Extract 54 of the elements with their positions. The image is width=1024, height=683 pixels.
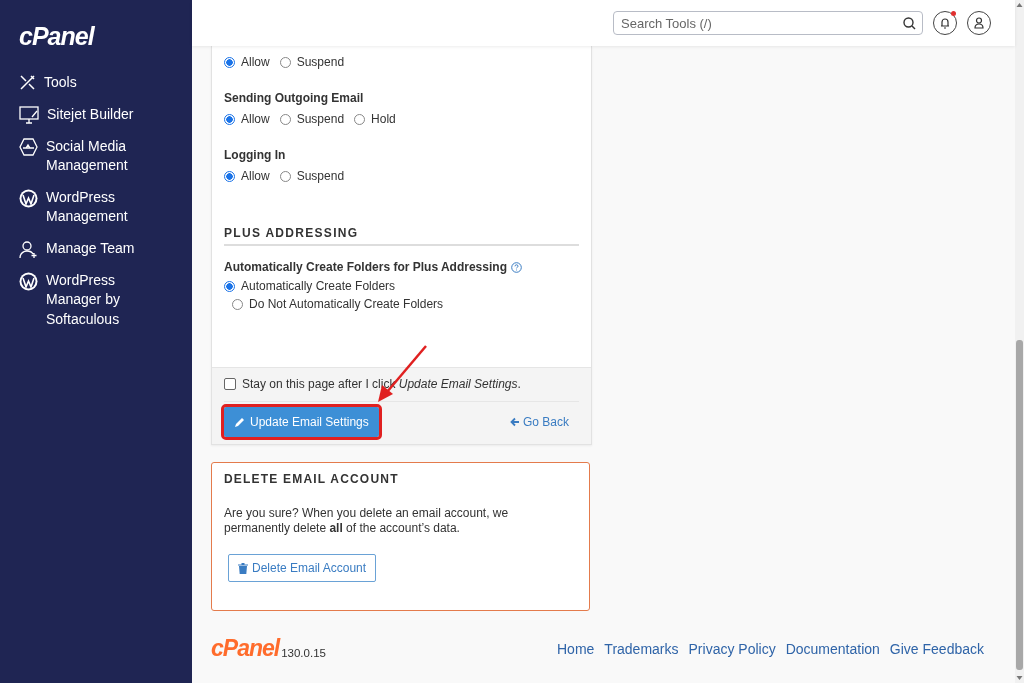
option-label: Suspend <box>296 111 345 127</box>
tools-icon <box>19 74 36 91</box>
notification-button[interactable] <box>933 11 957 35</box>
sidebar-item[interactable]: Sitejet Builder <box>19 104 169 125</box>
trash-icon <box>238 562 248 574</box>
footer-link[interactable]: Trademarks <box>604 641 679 657</box>
option-label: Automatically Create Folders <box>241 278 396 294</box>
sidebar-item[interactable]: WordPress Management <box>19 187 169 227</box>
sidebar-item[interactable]: Tools <box>19 73 169 93</box>
group-label: Logging In <box>224 148 287 162</box>
section-heading: PLUS ADDRESSING <box>224 226 579 246</box>
sidebar-item[interactable]: Manage Team <box>19 238 169 259</box>
team-icon <box>19 239 38 259</box>
option-label: Do Not Automatically Create Folders <box>249 296 444 312</box>
warning-text: Are you sure? When you delete an email account, we permanently delete all of the account’s data. <box>224 506 510 536</box>
wordpress-icon <box>19 271 38 291</box>
sidebar-item[interactable]: Social Media Management <box>19 136 169 176</box>
radio-button[interactable] <box>224 113 235 125</box>
footer-link[interactable]: Home <box>557 641 595 657</box>
update-email-settings-button[interactable]: Update Email Settings <box>224 407 379 437</box>
arrow-left-icon <box>509 417 520 427</box>
sidebar-item[interactable]: WordPress Manager by Softaculous <box>19 270 169 329</box>
option-label: Suspend <box>296 54 345 70</box>
option-label: Allow <box>241 111 270 127</box>
cpanel-logo: cPanel <box>211 637 280 659</box>
go-back-link[interactable]: Go Back <box>509 415 569 429</box>
footer-link[interactable]: Privacy Policy <box>688 641 776 657</box>
user-icon <box>974 17 984 29</box>
checkbox[interactable] <box>224 378 236 390</box>
option-label: Allow <box>241 54 270 70</box>
radio-button[interactable] <box>224 56 235 68</box>
footer-link[interactable]: Documentation <box>785 641 880 657</box>
wordpress-icon <box>19 188 38 208</box>
option-label: Suspend <box>296 168 345 184</box>
pencil-icon <box>234 416 245 428</box>
bell-icon <box>940 17 950 29</box>
section-heading: DELETE EMAIL ACCOUNT <box>224 472 400 486</box>
user-button[interactable] <box>967 11 991 35</box>
group-label: Sending Outgoing Email <box>224 91 365 105</box>
monitor-icon <box>19 105 39 125</box>
hexagon-icon <box>19 137 38 156</box>
cpanel-logo: cPanel <box>19 22 94 51</box>
radio-button[interactable] <box>224 280 235 292</box>
version-text: 130.0.15 <box>281 647 326 659</box>
search-icon <box>903 17 916 30</box>
scrollbar[interactable] <box>1015 0 1024 683</box>
footer-link[interactable]: Give Feedback <box>889 641 984 657</box>
question-label: Automatically Create Folders for Plus Addressing <box>224 260 507 274</box>
search-field[interactable]: Search Tools (/) <box>613 11 923 35</box>
radio-button[interactable] <box>224 170 235 182</box>
option-label: Allow <box>241 168 270 184</box>
delete-email-account-button[interactable]: Delete Email Account <box>228 554 377 582</box>
option-label: Hold <box>371 111 396 127</box>
help-icon[interactable] <box>510 261 522 273</box>
